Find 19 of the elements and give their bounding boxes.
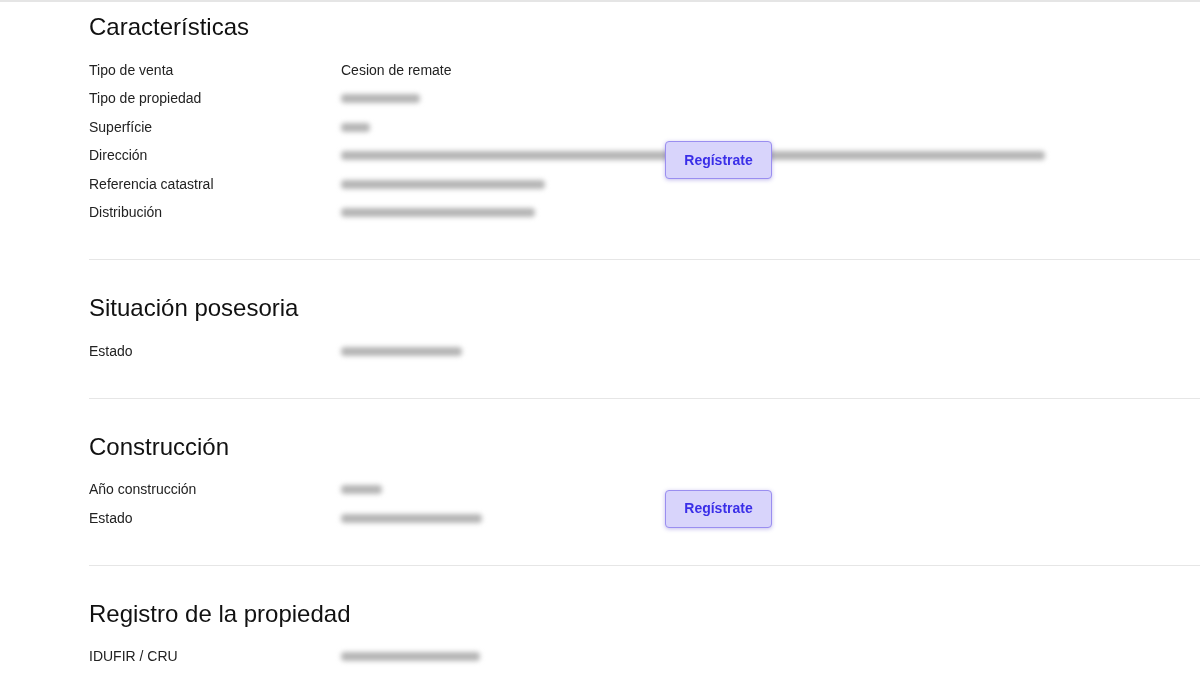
section-title: Construcción: [89, 431, 230, 462]
blurred-value: [341, 485, 382, 495]
section-title: Registro de la propiedad: [89, 598, 351, 629]
section-title: Características: [89, 12, 250, 42]
blurred-value: [341, 122, 370, 132]
field-label: Estado: [89, 341, 134, 361]
field-label: Referencia catastral: [89, 174, 215, 194]
field-label: IDUFIR / CRU: [89, 647, 179, 667]
register-button[interactable]: Regístrate: [665, 489, 772, 528]
field-label: Estado: [89, 508, 134, 528]
field-value: Cesion de remate: [341, 60, 452, 80]
field-label: Superfície: [89, 117, 154, 137]
field-label: Tipo de propiedad: [89, 89, 203, 109]
field-label: Año construcción: [89, 480, 198, 500]
field-label: Dirección: [89, 146, 149, 166]
field-label: Tipo de venta: [89, 60, 175, 80]
section-title: Situación posesoria: [89, 293, 299, 323]
field-label: Distribución: [89, 203, 164, 223]
register-button[interactable]: Regístrate: [665, 141, 772, 179]
